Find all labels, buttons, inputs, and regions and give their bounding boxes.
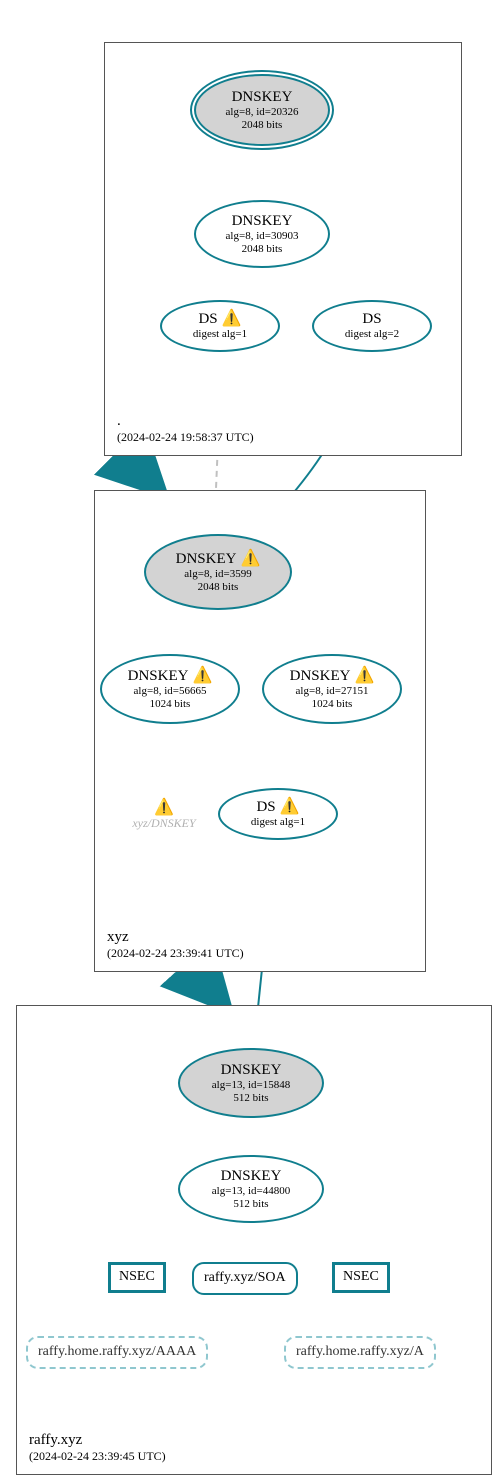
node-rr-a-title: raffy.home.raffy.xyz/A [296,1344,424,1361]
zone-root-label: . (2024-02-24 19:58:37 UTC) [117,413,254,445]
node-nsec-2-title: NSEC [343,1269,379,1286]
zone-xyz-timestamp: (2024-02-24 23:39:41 UTC) [107,946,244,961]
node-xyz-ds: DS ⚠️ digest alg=1 [218,788,338,840]
node-xyz-zsk2-line2: 1024 bits [312,698,353,711]
warning-icon: ⚠️ [192,668,212,684]
zone-xyz-name: xyz [107,929,244,946]
node-raffy-ksk-title: DNSKEY [221,1061,282,1079]
zone-raffy-timestamp: (2024-02-24 23:39:45 UTC) [29,1449,166,1464]
zone-xyz-label: xyz (2024-02-24 23:39:41 UTC) [107,929,244,961]
zone-root-timestamp: (2024-02-24 19:58:37 UTC) [117,430,254,445]
node-root-ksk-title: DNSKEY [232,88,293,106]
node-raffy-zsk: DNSKEY alg=13, id=44800 512 bits [178,1155,324,1223]
warning-icon: ⚠️ [354,668,374,684]
node-xyz-zsk1-line2: 1024 bits [150,698,191,711]
node-xyz-ksk-title: DNSKEY [176,550,237,568]
zone-root-name: . [117,413,254,430]
node-root-zsk: DNSKEY alg=8, id=30903 2048 bits [194,200,330,268]
warning-icon: ⚠️ [222,311,242,327]
node-root-ds1: DS ⚠️ digest alg=1 [160,300,280,352]
node-xyz-ksk-line1: alg=8, id=3599 [184,568,251,581]
node-xyz-zsk1-line1: alg=8, id=56665 [134,685,207,698]
node-root-zsk-line2: 2048 bits [242,243,283,256]
node-raffy-zsk-title: DNSKEY [221,1167,282,1185]
node-xyz-ksk-titlewrap: DNSKEY ⚠️ [176,550,261,568]
node-nsec-1: NSEC [108,1262,166,1293]
node-soa-title: raffy.xyz/SOA [204,1270,286,1287]
node-xyz-ksk-line2: 2048 bits [198,581,239,594]
warning-icon: ⚠️ [154,800,174,816]
node-root-ds2-line1: digest alg=2 [345,328,399,341]
zone-raffy-label: raffy.xyz (2024-02-24 23:39:45 UTC) [29,1432,166,1464]
node-root-ds2-title: DS [362,310,381,328]
node-xyz-zsk1-titlewrap: DNSKEY ⚠️ [128,667,213,685]
node-xyz-zsk1-title: DNSKEY [128,667,189,685]
node-xyz-ksk: DNSKEY ⚠️ alg=8, id=3599 2048 bits [144,534,292,610]
node-rr-a: raffy.home.raffy.xyz/A [284,1336,436,1369]
node-nsec-1-title: NSEC [119,1269,155,1286]
node-raffy-ksk-line1: alg=13, id=15848 [212,1079,290,1092]
node-xyz-ds-title: DS [256,798,275,816]
zone-raffy-name: raffy.xyz [29,1432,166,1449]
node-xyz-zsk2-titlewrap: DNSKEY ⚠️ [290,667,375,685]
node-root-ksk-line2: 2048 bits [242,119,283,132]
node-xyz-ds-line1: digest alg=1 [251,816,305,829]
floating-warning-label: xyz/DNSKEY [116,816,212,831]
warning-icon: ⚠️ [280,799,300,815]
node-xyz-zsk2-line1: alg=8, id=27151 [296,685,369,698]
node-root-ksk-line1: alg=8, id=20326 [226,106,299,119]
node-rr-aaaa: raffy.home.raffy.xyz/AAAA [26,1336,208,1369]
node-raffy-ksk: DNSKEY alg=13, id=15848 512 bits [178,1048,324,1118]
node-rr-aaaa-title: raffy.home.raffy.xyz/AAAA [38,1344,196,1361]
node-xyz-zsk2-title: DNSKEY [290,667,351,685]
node-root-ds1-title: DS [198,310,217,328]
edge-xyz-to-raffy-zone [200,970,225,1005]
node-xyz-zsk2: DNSKEY ⚠️ alg=8, id=27151 1024 bits [262,654,402,724]
node-root-zsk-title: DNSKEY [232,212,293,230]
node-soa: raffy.xyz/SOA [192,1262,298,1295]
node-raffy-zsk-line1: alg=13, id=44800 [212,1185,290,1198]
node-raffy-ksk-line2: 512 bits [233,1092,268,1105]
node-raffy-zsk-line2: 512 bits [233,1198,268,1211]
node-xyz-ds-titlewrap: DS ⚠️ [256,798,299,816]
node-root-ds2: DS digest alg=2 [312,300,432,352]
node-root-ksk: DNSKEY alg=8, id=20326 2048 bits [194,74,330,146]
floating-warning-xyz-dnskey: ⚠️ xyz/DNSKEY [116,800,212,831]
node-root-zsk-line1: alg=8, id=30903 [226,230,299,243]
dnssec-chain-diagram: . (2024-02-24 19:58:37 UTC) DNSKEY alg=8… [0,0,504,1476]
node-xyz-zsk1: DNSKEY ⚠️ alg=8, id=56665 1024 bits [100,654,240,724]
node-root-ds1-line1: digest alg=1 [193,328,247,341]
node-root-ds1-titlewrap: DS ⚠️ [198,310,241,328]
edge-root-to-xyz-zone [132,456,160,490]
warning-icon: ⚠️ [240,551,260,567]
node-nsec-2: NSEC [332,1262,390,1293]
